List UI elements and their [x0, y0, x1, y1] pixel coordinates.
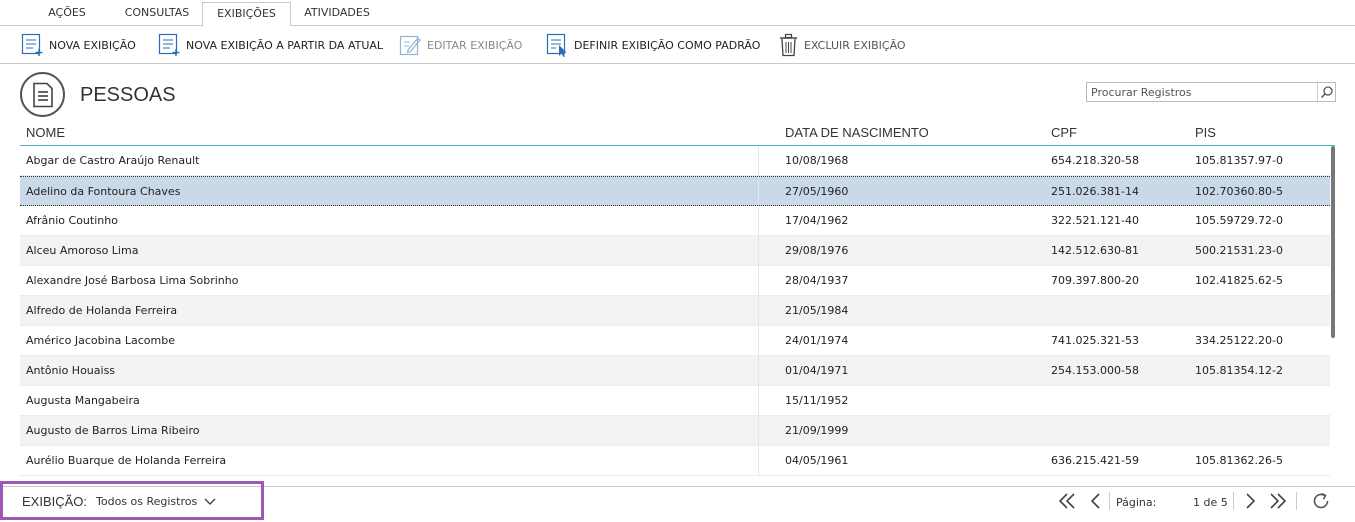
page-title: PESSOAS [80, 84, 176, 106]
tab-bar: AÇÕES CONSULTAS EXIBIÇÕES ATIVIDADES [0, 0, 1355, 27]
chevron-down-icon [204, 498, 216, 505]
cell-cpf: 654.218.320-58 [1051, 154, 1139, 167]
view-dropdown-value: Todos os Registros [96, 495, 198, 508]
first-page-icon[interactable] [1058, 492, 1076, 510]
cell-nome: Alexandre José Barbosa Lima Sobrinho [26, 274, 239, 287]
table-row[interactable]: Adelino da Fontoura Chaves 27/05/1960 251.… [20, 176, 1330, 206]
pager-divider [1233, 492, 1234, 510]
delete-view-button[interactable]: EXCLUIR EXIBIÇÃO [778, 32, 906, 58]
scrollbar-thumb[interactable] [1331, 146, 1335, 338]
next-page-icon[interactable] [1241, 492, 1259, 510]
edit-view-button[interactable]: EDITAR EXIBIÇÃO [399, 32, 522, 58]
new-view-label: NOVA EXIBIÇÃO [49, 38, 136, 52]
cell-pis: 102.70360.80-5 [1195, 185, 1283, 198]
cell-data-nascimento: 24/01/1974 [785, 334, 849, 347]
cell-data-nascimento: 21/05/1984 [785, 304, 849, 317]
view-dropdown[interactable]: Todos os Registros [96, 495, 216, 508]
edit-view-label: EDITAR EXIBIÇÃO [427, 38, 523, 52]
previous-page-icon[interactable] [1087, 492, 1105, 510]
tab-exibicoes[interactable]: EXIBIÇÕES [202, 2, 291, 27]
view-label: EXIBIÇÃO: [22, 494, 88, 509]
tab-atividades[interactable]: ATIVIDADES [294, 2, 380, 26]
cell-data-nascimento: 27/05/1960 [785, 185, 849, 198]
grid-header: NOME DATA DE NASCIMENTO CPF PIS [20, 122, 1335, 146]
search-input[interactable] [1087, 83, 1317, 101]
document-icon [20, 72, 65, 117]
cell-data-nascimento: 04/05/1961 [785, 454, 849, 467]
table-row[interactable]: Aurélio Buarque de Holanda Ferreira 04/05… [20, 446, 1330, 476]
cell-nome: Alfredo de Holanda Ferreira [26, 304, 178, 317]
pager-divider [1109, 492, 1110, 510]
cell-cpf: 709.397.800-20 [1051, 274, 1139, 287]
cell-nome: Alceu Amoroso Lima [26, 244, 139, 257]
cell-cpf: 636.215.421-59 [1051, 454, 1139, 467]
column-divider [758, 146, 759, 476]
edit-icon [399, 35, 421, 56]
search-icon[interactable] [1317, 83, 1335, 101]
tab-consultas[interactable]: CONSULTAS [114, 2, 200, 26]
cell-pis: 500.21531.23-0 [1195, 244, 1283, 257]
cell-nome: Afrânio Coutinho [26, 214, 118, 227]
cell-pis: 334.25122.20-0 [1195, 334, 1283, 347]
cell-nome: Augusta Mangabeira [26, 394, 140, 407]
page-value: 1 de 5 [1193, 496, 1228, 509]
grid-body: Abgar de Castro Araújo Renault 10/08/1968… [20, 146, 1330, 478]
tab-acoes[interactable]: AÇÕES [24, 2, 110, 26]
cell-data-nascimento: 10/08/1968 [785, 154, 849, 167]
cell-cpf: 322.521.121-40 [1051, 214, 1139, 227]
column-header-nome[interactable]: NOME [26, 125, 65, 140]
set-default-view-label: DEFINIR EXIBIÇÃO COMO PADRÃO [574, 38, 761, 52]
cell-cpf: 142.512.630-81 [1051, 244, 1139, 257]
cell-cpf: 741.025.321-53 [1051, 334, 1139, 347]
table-row[interactable]: Américo Jacobina Lacombe 24/01/1974 741.02… [20, 326, 1330, 356]
column-header-data-nascimento[interactable]: DATA DE NASCIMENTO [785, 125, 929, 140]
new-view-button[interactable]: NOVA EXIBIÇÃO [21, 32, 136, 58]
cell-nome: Américo Jacobina Lacombe [26, 334, 175, 347]
cell-data-nascimento: 28/04/1937 [785, 274, 849, 287]
table-row[interactable]: Augusta Mangabeira 15/11/1952 [20, 386, 1330, 416]
cell-data-nascimento: 17/04/1962 [785, 214, 849, 227]
cell-pis: 105.81357.97-0 [1195, 154, 1283, 167]
cell-pis: 102.41825.62-5 [1195, 274, 1283, 287]
set-default-view-button[interactable]: DEFINIR EXIBIÇÃO COMO PADRÃO [546, 32, 760, 58]
table-row[interactable]: Augusto de Barros Lima Ribeiro 21/09/1999 [20, 416, 1330, 446]
refresh-icon[interactable] [1310, 490, 1332, 512]
table-row[interactable]: Alexandre José Barbosa Lima Sobrinho 28/0… [20, 266, 1330, 296]
cell-data-nascimento: 29/08/1976 [785, 244, 849, 257]
new-view-from-current-label: NOVA EXIBIÇÃO A PARTIR DA ATUAL [186, 38, 384, 52]
cell-pis: 105.59729.72-0 [1195, 214, 1283, 227]
cell-cpf: 254.153.000-58 [1051, 364, 1139, 377]
delete-view-label: EXCLUIR EXIBIÇÃO [804, 38, 906, 52]
table-row[interactable]: Antônio Houaiss 01/04/1971 254.153.000-58 1… [20, 356, 1330, 386]
cell-nome: Aurélio Buarque de Holanda Ferreira [26, 454, 227, 467]
table-row[interactable]: Afrânio Coutinho 17/04/1962 322.521.121-40… [20, 206, 1330, 236]
table-row[interactable]: Alceu Amoroso Lima 29/08/1976 142.512.630-… [20, 236, 1330, 266]
table-row[interactable]: Abgar de Castro Araújo Renault 10/08/1968… [20, 146, 1330, 176]
cell-data-nascimento: 01/04/1971 [785, 364, 849, 377]
cell-cpf: 251.026.381-14 [1051, 185, 1139, 198]
pager-divider [1296, 492, 1297, 510]
page-label: Página: [1116, 496, 1157, 509]
cell-pis: 105.81362.26-5 [1195, 454, 1283, 467]
new-view-from-current-button[interactable]: NOVA EXIBIÇÃO A PARTIR DA ATUAL [158, 32, 383, 58]
cell-nome: Augusto de Barros Lima Ribeiro [26, 424, 200, 437]
cell-nome: Abgar de Castro Araújo Renault [26, 154, 200, 167]
new-view-icon [21, 33, 43, 56]
column-header-pis[interactable]: PIS [1195, 125, 1216, 140]
last-page-icon[interactable] [1269, 492, 1287, 510]
trash-icon [780, 33, 797, 57]
cell-data-nascimento: 21/09/1999 [785, 424, 849, 437]
search-box [1086, 82, 1336, 102]
table-row[interactable]: Alfredo de Holanda Ferreira 21/05/1984 [20, 296, 1330, 326]
cell-pis: 105.81354.12-2 [1195, 364, 1283, 377]
scrollbar[interactable] [1331, 146, 1335, 478]
column-header-cpf[interactable]: CPF [1051, 125, 1077, 140]
cell-data-nascimento: 15/11/1952 [785, 394, 849, 407]
toolbar: NOVA EXIBIÇÃO NOVA EXIBIÇÃO A PARTIR DA … [0, 26, 1355, 64]
new-view-from-current-icon [158, 33, 180, 56]
cell-nome: Adelino da Fontoura Chaves [26, 185, 181, 198]
cell-nome: Antônio Houaiss [26, 364, 116, 377]
set-default-icon [546, 33, 567, 57]
